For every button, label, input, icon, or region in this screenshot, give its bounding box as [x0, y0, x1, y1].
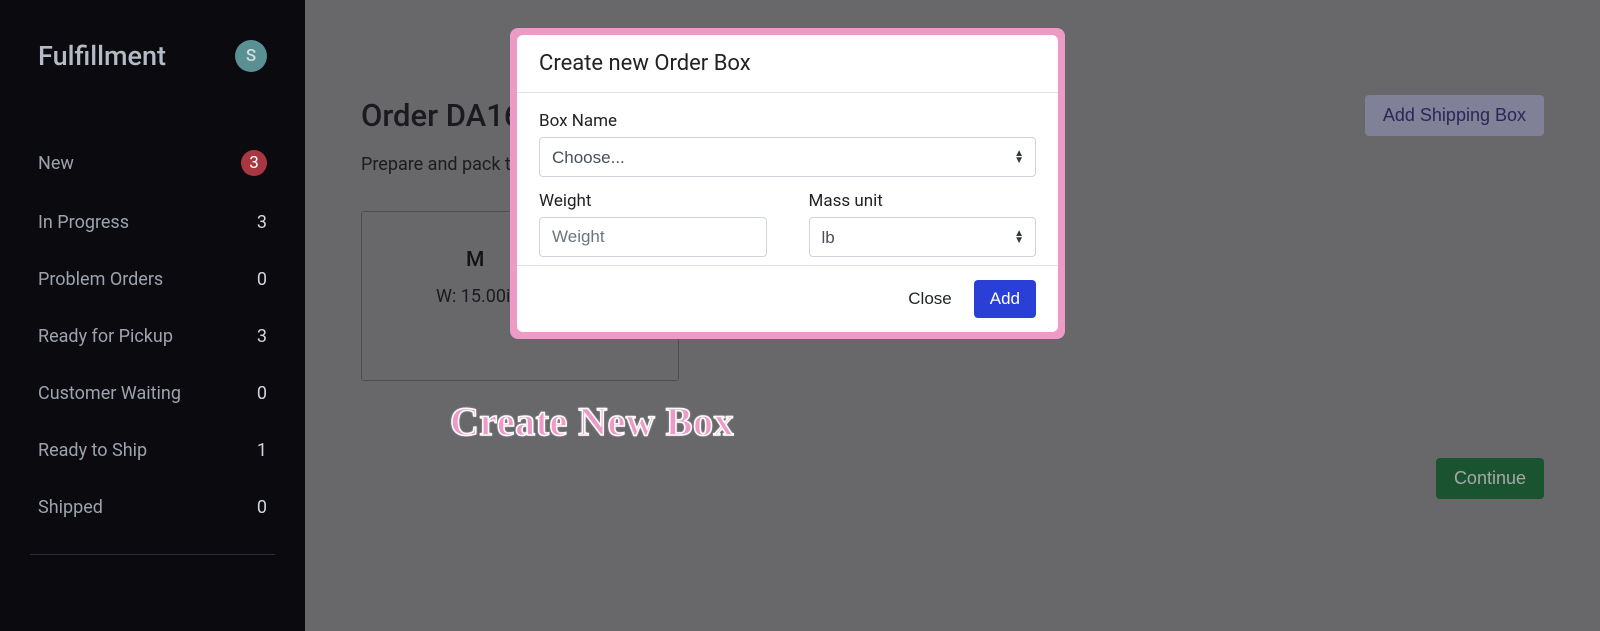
sidebar-item-shipped[interactable]: Shipped 0	[0, 479, 305, 536]
count: 0	[257, 269, 267, 290]
weight-input[interactable]	[539, 217, 767, 257]
count: 3	[257, 326, 267, 347]
sidebar-item-new[interactable]: New 3	[0, 132, 305, 194]
sidebar-header: Fulfillment S	[0, 40, 305, 72]
mass-unit-select[interactable]: lb	[809, 217, 1037, 257]
modal-header: Create new Order Box	[517, 35, 1058, 93]
sidebar-item-label: Problem Orders	[38, 269, 163, 290]
sidebar-item-ready-to-ship[interactable]: Ready to Ship 1	[0, 422, 305, 479]
weight-label: Weight	[539, 191, 767, 211]
sidebar-item-label: In Progress	[38, 212, 129, 233]
app-title: Fulfillment	[38, 40, 166, 72]
sidebar-item-customer-waiting[interactable]: Customer Waiting 0	[0, 365, 305, 422]
modal-title: Create new Order Box	[539, 51, 1036, 76]
sidebar-divider	[30, 554, 275, 555]
box-name-select[interactable]: Choose...	[539, 137, 1036, 177]
add-shipping-box-button[interactable]: Add Shipping Box	[1365, 95, 1544, 136]
sidebar-item-in-progress[interactable]: In Progress 3	[0, 194, 305, 251]
modal-highlight-border: Create new Order Box Box Name Choose... …	[510, 28, 1065, 339]
sidebar-item-problem-orders[interactable]: Problem Orders 0	[0, 251, 305, 308]
count: 3	[257, 212, 267, 233]
annotation-text: Create New Box	[450, 398, 734, 445]
modal-body: Box Name Choose... ▲▼ Weight Mass unit	[517, 93, 1058, 265]
continue-button[interactable]: Continue	[1436, 458, 1544, 499]
sidebar-item-label: New	[38, 153, 74, 174]
avatar[interactable]: S	[235, 40, 267, 72]
sidebar: Fulfillment S New 3 In Progress 3 Proble…	[0, 0, 305, 631]
close-button[interactable]: Close	[904, 281, 955, 317]
count: 1	[257, 440, 267, 461]
sidebar-item-label: Ready for Pickup	[38, 326, 173, 347]
sidebar-item-label: Shipped	[38, 497, 103, 518]
box-name-label: Box Name	[539, 111, 1036, 131]
sidebar-item-label: Ready to Ship	[38, 440, 147, 461]
sidebar-item-label: Customer Waiting	[38, 383, 181, 404]
modal-footer: Close Add	[517, 265, 1058, 332]
create-order-box-modal: Create new Order Box Box Name Choose... …	[517, 35, 1058, 332]
add-button[interactable]: Add	[974, 280, 1036, 318]
mass-unit-label: Mass unit	[809, 191, 1037, 211]
count-badge: 3	[241, 150, 267, 176]
count: 0	[257, 383, 267, 404]
count: 0	[257, 497, 267, 518]
sidebar-item-ready-for-pickup[interactable]: Ready for Pickup 3	[0, 308, 305, 365]
